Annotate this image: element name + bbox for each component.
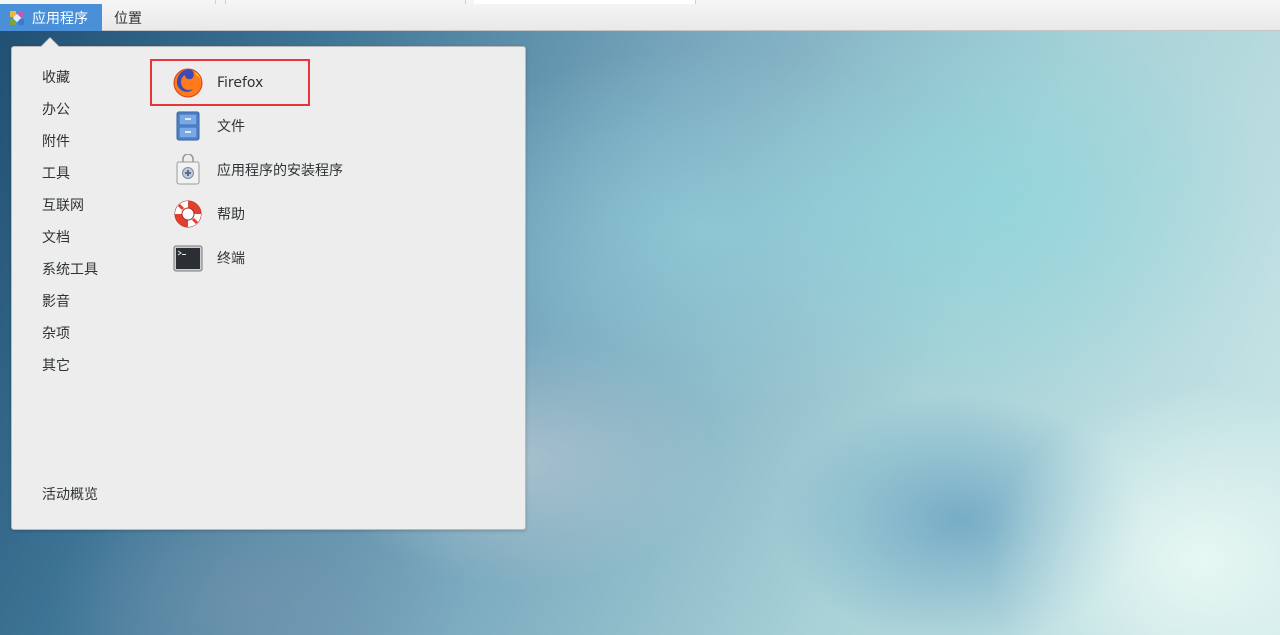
app-item-files[interactable]: 文件	[172, 108, 392, 144]
applications-dropdown: 收藏 办公 附件 工具 互联网 文档 系统工具 影音 杂项 其它 活动概览 Fi…	[11, 46, 526, 530]
applications-menu-label: 应用程序	[32, 10, 88, 27]
places-menu-button[interactable]: 位置	[114, 4, 142, 31]
file-cabinet-icon	[172, 110, 204, 142]
taskbar-segment-active	[474, 0, 696, 4]
category-sundry[interactable]: 杂项	[42, 321, 98, 353]
distro-logo-icon	[10, 10, 24, 25]
app-label-files: 文件	[217, 119, 245, 135]
app-item-help[interactable]: 帮助	[172, 196, 392, 232]
category-utilities[interactable]: 工具	[42, 161, 98, 193]
category-system-tools[interactable]: 系统工具	[42, 257, 98, 289]
firefox-highlight-box	[150, 59, 310, 106]
top-panel: 应用程序 位置	[0, 0, 1280, 31]
app-item-terminal[interactable]: 终端	[172, 240, 392, 276]
category-sound-video[interactable]: 影音	[42, 289, 98, 321]
category-list: 收藏 办公 附件 工具 互联网 文档 系统工具 影音 杂项 其它	[42, 65, 98, 385]
taskbar-segment	[226, 0, 466, 4]
applications-menu-button[interactable]: 应用程序	[0, 4, 102, 31]
category-documents[interactable]: 文档	[42, 225, 98, 257]
category-office[interactable]: 办公	[42, 97, 98, 129]
activities-overview-item[interactable]: 活动概览	[42, 484, 98, 504]
category-accessories[interactable]: 附件	[42, 129, 98, 161]
help-lifebuoy-icon	[172, 198, 204, 230]
category-other[interactable]: 其它	[42, 353, 98, 385]
places-menu-label: 位置	[114, 10, 142, 27]
taskbar-segment	[216, 0, 226, 4]
category-favorites[interactable]: 收藏	[42, 65, 98, 97]
software-installer-icon	[172, 154, 204, 186]
app-label-software-installer: 应用程序的安装程序	[217, 163, 343, 179]
app-label-help: 帮助	[217, 207, 245, 223]
app-item-software-installer[interactable]: 应用程序的安装程序	[172, 152, 392, 188]
category-internet[interactable]: 互联网	[42, 193, 98, 225]
app-label-terminal: 终端	[217, 251, 245, 267]
terminal-icon	[172, 242, 204, 274]
dropdown-pointer-fill	[41, 38, 59, 47]
